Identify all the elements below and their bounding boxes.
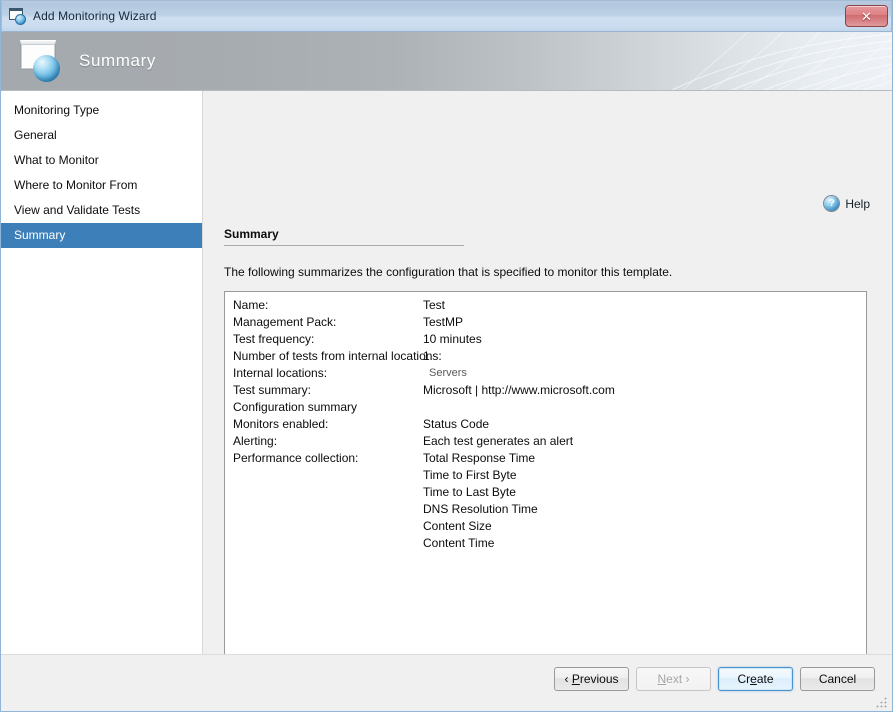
summary-row-value: Content Size	[423, 519, 492, 533]
summary-row: Monitors enabled: Status Code	[225, 416, 866, 433]
summary-row-value: Time to Last Byte	[423, 485, 516, 499]
next-button-label: Next ›	[657, 672, 690, 686]
summary-row: Alerting: Each test generates an alert	[225, 433, 866, 450]
add-monitoring-wizard-window: Add Monitoring Wizard ✕ Summary Monitori…	[0, 0, 893, 712]
summary-details-box: Name: Test Management Pack: TestMP Test …	[224, 291, 867, 698]
summary-row: Time to First Byte	[225, 467, 866, 484]
close-button[interactable]: ✕	[845, 5, 888, 27]
sidebar-item-monitoring-type[interactable]: Monitoring Type	[1, 98, 202, 123]
summary-row: Performance collection: Total Response T…	[225, 450, 866, 467]
summary-row-label	[225, 518, 423, 535]
wizard-step-list: Monitoring Type General What to Monitor …	[1, 91, 203, 654]
summary-row-label	[225, 467, 423, 484]
summary-row-value: 10 minutes	[423, 332, 482, 346]
create-button[interactable]: Create	[718, 667, 793, 691]
summary-row-value: 1	[423, 349, 430, 363]
summary-row-value: Microsoft | http://www.microsoft.com	[423, 383, 615, 397]
sidebar-item-general[interactable]: General	[1, 123, 202, 148]
summary-row-value: Time to First Byte	[423, 468, 517, 482]
summary-row-label: Name:	[233, 298, 269, 312]
summary-row-label: Management Pack:	[233, 315, 337, 329]
close-icon: ✕	[861, 8, 872, 24]
sidebar-item-summary[interactable]: Summary	[1, 223, 202, 248]
summary-row: Test frequency: 10 minutes	[225, 331, 866, 348]
summary-row-value: Each test generates an alert	[423, 434, 574, 448]
previous-button[interactable]: ‹ Previous	[554, 667, 629, 691]
page-title: Summary	[224, 227, 464, 246]
summary-row-label: Test summary:	[233, 383, 312, 397]
sidebar-item-view-and-validate-tests[interactable]: View and Validate Tests	[1, 198, 202, 223]
sidebar-item-where-to-monitor-from[interactable]: Where to Monitor From	[1, 173, 202, 198]
content-pane: ? Help Summary The following summarizes …	[203, 91, 892, 698]
previous-button-label: ‹ Previous	[564, 672, 619, 686]
summary-row-label: Performance collection:	[233, 451, 359, 465]
banner-window-globe-icon	[18, 38, 66, 86]
wizard-body: Monitoring Type General What to Monitor …	[1, 91, 892, 698]
summary-row-value: Total Response Time	[423, 451, 536, 465]
summary-row-label: Test frequency:	[233, 332, 315, 346]
create-button-label: Create	[737, 672, 774, 686]
wizard-footer: ‹ Previous Next › Create Cancel	[1, 654, 892, 711]
summary-row-value	[357, 399, 866, 416]
next-button[interactable]: Next ›	[636, 667, 711, 691]
summary-row: Number of tests from internal locations:…	[225, 348, 866, 365]
summary-row-label: Alerting:	[233, 434, 278, 448]
summary-row-label: Internal locations:	[233, 366, 328, 380]
summary-row: Content Time	[225, 535, 866, 552]
banner-mesh-decoration	[671, 32, 892, 90]
wizard-window-globe-icon	[9, 8, 27, 25]
summary-row-value: Status Code	[423, 417, 490, 431]
summary-section-header: Configuration summary	[225, 399, 866, 416]
summary-row: Management Pack: TestMP	[225, 314, 866, 331]
wizard-banner: Summary	[1, 32, 892, 91]
summary-row-label: Configuration summary	[233, 400, 358, 414]
page-description: The following summarizes the configurati…	[224, 265, 673, 279]
help-label: Help	[845, 196, 870, 211]
summary-row: DNS Resolution Time	[225, 501, 866, 518]
banner-title: Summary	[79, 51, 156, 70]
summary-row-label	[225, 535, 423, 552]
cancel-button[interactable]: Cancel	[800, 667, 875, 691]
summary-row: Content Size	[225, 518, 866, 535]
sidebar-item-what-to-monitor[interactable]: What to Monitor	[1, 148, 202, 173]
window-title: Add Monitoring Wizard	[33, 9, 157, 23]
summary-row-value: Content Time	[423, 536, 495, 550]
summary-row-value: TestMP	[423, 315, 464, 329]
title-bar: Add Monitoring Wizard ✕	[1, 0, 892, 32]
summary-row-label	[225, 484, 423, 501]
resize-grip-icon[interactable]	[876, 696, 888, 708]
summary-row-value: Test	[423, 298, 446, 312]
footer-button-group: ‹ Previous Next › Create Cancel	[554, 667, 875, 691]
summary-row: Test summary: Microsoft | http://www.mic…	[225, 382, 866, 399]
summary-row-value: Servers	[429, 367, 467, 379]
summary-row-label	[225, 501, 423, 518]
help-link[interactable]: ? Help	[824, 196, 870, 211]
summary-row-label: Number of tests from internal locations:	[233, 349, 442, 363]
summary-row: Time to Last Byte	[225, 484, 866, 501]
summary-row: Internal locations: Servers	[225, 365, 866, 382]
help-icon: ?	[824, 196, 840, 211]
summary-row-label: Monitors enabled:	[233, 417, 329, 431]
summary-row: Name: Test	[225, 297, 866, 314]
summary-row-value: DNS Resolution Time	[423, 502, 538, 516]
summary-rows: Name: Test Management Pack: TestMP Test …	[225, 292, 866, 552]
cancel-button-label: Cancel	[818, 672, 857, 686]
